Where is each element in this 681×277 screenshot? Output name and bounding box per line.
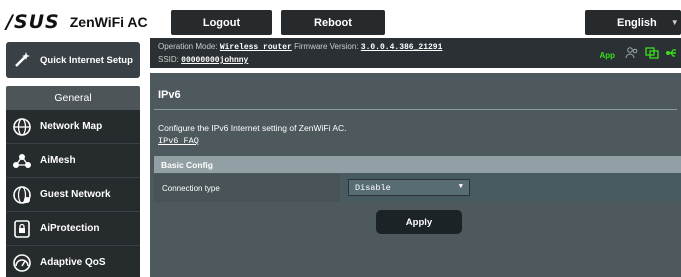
connection-type-value: Disable	[355, 182, 391, 193]
ssid-link[interactable]: 00000000johnny	[181, 56, 248, 65]
sidebar-item-label: AiMesh	[40, 155, 76, 166]
operation-mode-label: Operation Mode:	[158, 42, 218, 51]
general-section-title: General	[6, 86, 140, 110]
apply-button[interactable]: Apply	[376, 210, 462, 234]
connection-type-select[interactable]: Disable ▼	[348, 179, 470, 196]
network-status-icon[interactable]	[645, 46, 659, 64]
product-name: ZenWiFi AC	[69, 14, 148, 30]
logout-button[interactable]: Logout	[171, 10, 272, 35]
sidebar-item-adaptive-qos[interactable]: Adaptive QoS	[6, 246, 140, 277]
sidebar-item-label: Adaptive QoS	[40, 257, 106, 268]
users-icon[interactable]	[625, 46, 639, 64]
connection-type-label: Connection type	[154, 174, 340, 202]
app-link[interactable]: App	[599, 51, 615, 60]
asus-logo[interactable]: /SUS ZenWiFi AC	[6, 10, 148, 34]
status-icons: App	[599, 46, 677, 64]
brand-logo-text: /SUS	[6, 11, 60, 33]
chevron-down-icon: ▼	[670, 18, 679, 27]
connection-type-row: Connection type Disable ▼	[154, 174, 681, 202]
language-value: English	[617, 16, 657, 29]
firmware-label: Firmware Version:	[294, 42, 359, 51]
usb-icon[interactable]	[665, 46, 677, 64]
general-menu: Network Map AiMesh Guest Network AiProte…	[6, 110, 140, 277]
sidebar-item-network-map[interactable]: Network Map	[6, 110, 140, 144]
lock-icon	[12, 219, 32, 239]
basic-config-header: Basic Config	[154, 156, 681, 173]
operation-mode-link[interactable]: Wireless router	[220, 43, 292, 52]
firmware-version-link[interactable]: 3.0.0.4.386_21291	[361, 43, 443, 52]
operation-status-line: Operation Mode: Wireless router Firmware…	[158, 42, 442, 52]
quick-internet-setup-label: Quick Internet Setup	[40, 54, 133, 66]
page-title: IPv6	[158, 89, 181, 101]
sidebar-item-label: AiProtection	[40, 223, 100, 234]
sidebar-item-label: Network Map	[40, 121, 103, 132]
status-bar: Operation Mode: Wireless router Firmware…	[150, 38, 681, 68]
gauge-icon	[12, 253, 32, 273]
title-divider	[154, 109, 677, 110]
page-description: Configure the IPv6 Internet setting of Z…	[158, 123, 347, 133]
wand-icon	[12, 50, 32, 70]
top-bar: /SUS ZenWiFi AC Logout Reboot English ▼	[0, 0, 681, 38]
ssid-line: SSID: 00000000johnny	[158, 55, 248, 65]
connection-type-value-cell: Disable ▼	[342, 174, 681, 202]
sidebar: Quick Internet Setup General Network Map	[0, 38, 150, 277]
quick-internet-setup-button[interactable]: Quick Internet Setup	[6, 42, 140, 78]
ipv6-faq-link[interactable]: IPv6 FAQ	[158, 136, 199, 146]
sidebar-item-label: Guest Network	[40, 189, 111, 200]
guest-globe-icon	[12, 185, 32, 205]
language-select[interactable]: English ▼	[585, 10, 681, 35]
chevron-down-icon: ▼	[458, 183, 463, 191]
sidebar-item-aimesh[interactable]: AiMesh	[6, 144, 140, 178]
sidebar-item-guest-network[interactable]: Guest Network	[6, 178, 140, 212]
reboot-button[interactable]: Reboot	[281, 10, 385, 35]
main-panel: IPv6 Configure the IPv6 Internet setting…	[150, 73, 681, 277]
sidebar-item-aiprotection[interactable]: AiProtection	[6, 212, 140, 246]
ssid-label: SSID:	[158, 55, 179, 64]
mesh-icon	[12, 151, 32, 171]
globe-icon	[12, 117, 32, 137]
